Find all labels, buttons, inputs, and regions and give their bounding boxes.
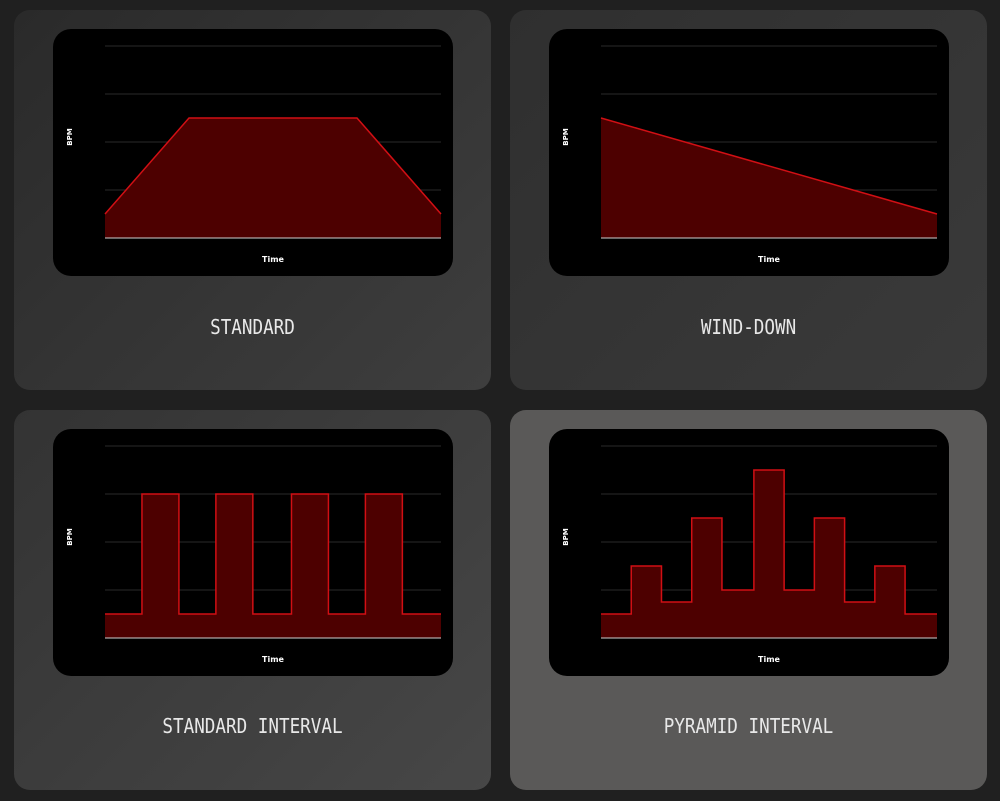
y-axis-label: BPM: [66, 528, 74, 545]
card-label-standard: STANDARD: [210, 315, 295, 339]
x-axis-label: Time: [758, 255, 781, 264]
y-axis-label: BPM: [66, 128, 74, 145]
chart-svg-standard: Time BPM: [66, 45, 442, 264]
card-label-pyramid-interval: PYRAMID INTERVAL: [663, 714, 834, 738]
chart-standard-interval: Time BPM: [53, 429, 453, 676]
workout-type-grid: Time BPM STANDARD Time BPM WIND-DOWN Time B…: [0, 0, 1000, 801]
chart-svg-pyramid-interval: Time BPM: [562, 445, 937, 664]
series-area: [105, 118, 441, 238]
workout-card-pyramid-interval[interactable]: Time BPM PYRAMID INTERVAL: [510, 410, 987, 790]
workout-card-standard[interactable]: Time BPM STANDARD: [14, 10, 491, 390]
card-label-standard-interval: STANDARD INTERVAL: [162, 714, 343, 738]
x-axis-label: Time: [758, 655, 781, 664]
chart-svg-wind-down: Time BPM: [562, 45, 938, 264]
series-area: [601, 118, 937, 238]
chart-standard: Time BPM: [53, 29, 453, 276]
chart-svg-standard-interval: Time BPM: [66, 445, 441, 664]
card-label-wind-down: WIND-DOWN: [700, 315, 797, 339]
y-axis-label: BPM: [562, 128, 570, 145]
y-axis-label: BPM: [562, 528, 570, 545]
chart-pyramid-interval: Time BPM: [549, 429, 949, 676]
x-axis-label: Time: [262, 255, 285, 264]
workout-card-wind-down[interactable]: Time BPM WIND-DOWN: [510, 10, 987, 390]
series-area: [601, 470, 937, 638]
workout-card-standard-interval[interactable]: Time BPM STANDARD INTERVAL: [14, 410, 491, 790]
x-axis-label: Time: [262, 655, 285, 664]
chart-wind-down: Time BPM: [549, 29, 949, 276]
series-area: [105, 494, 441, 638]
